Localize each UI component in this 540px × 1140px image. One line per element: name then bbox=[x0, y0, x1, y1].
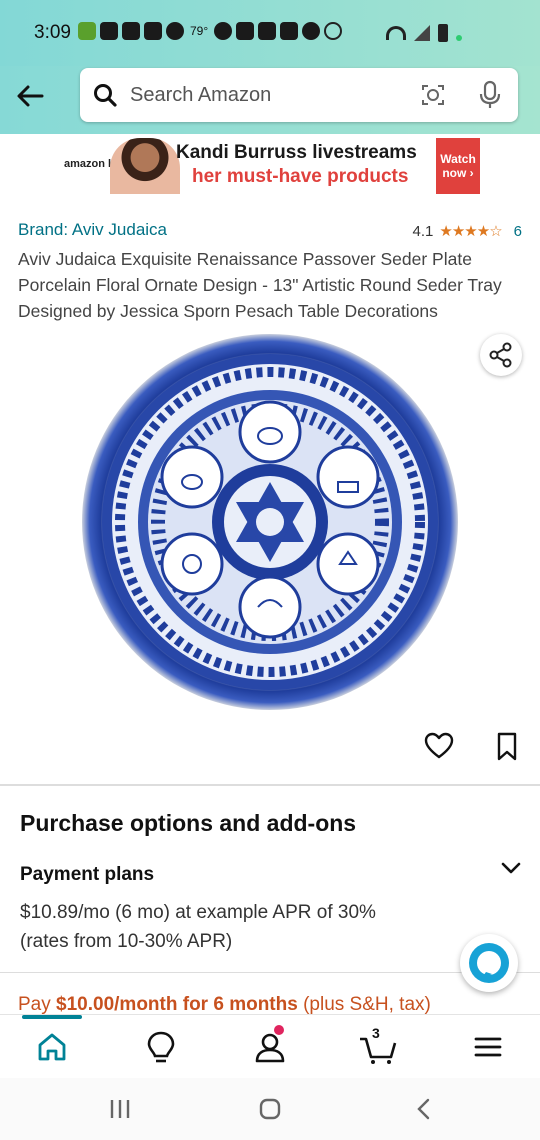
alexa-icon bbox=[469, 943, 509, 983]
search-icon bbox=[94, 84, 117, 107]
status-bar: 3:09 79° bbox=[0, 0, 540, 66]
notification-icon bbox=[214, 22, 233, 40]
star-rating-icon: ★★★★☆ bbox=[439, 223, 502, 240]
system-navigation-bar bbox=[0, 1078, 540, 1140]
offer-amount: $10.00/month for 6 months bbox=[56, 994, 298, 1015]
installment-offer[interactable]: Pay $10.00/month for 6 months (plus S&H,… bbox=[18, 994, 431, 1016]
wifi-icon bbox=[386, 26, 406, 40]
active-tab-indicator bbox=[22, 1015, 82, 1019]
notification-icon bbox=[258, 22, 277, 40]
bookmark-icon[interactable] bbox=[496, 732, 518, 762]
app-notification-icon bbox=[78, 22, 96, 40]
camera-search-icon[interactable] bbox=[420, 82, 446, 108]
watch-now-button[interactable]: Watch now › bbox=[436, 138, 480, 194]
rating-summary[interactable]: 4.1 ★★★★☆ 6 bbox=[412, 222, 522, 241]
brand-link[interactable]: Brand: Aviv Judaica bbox=[18, 220, 167, 240]
app-header: Search Amazon bbox=[0, 66, 540, 134]
menu-icon[interactable] bbox=[470, 1029, 506, 1065]
search-bar[interactable]: Search Amazon bbox=[80, 68, 518, 122]
payment-plan-detail: $10.89/mo (6 mo) at example APR of 30% (… bbox=[20, 902, 376, 952]
notification-icon bbox=[122, 22, 140, 40]
notification-dot bbox=[274, 1025, 284, 1035]
sponsored-banner[interactable]: amazon live Kandi Burruss livestreams he… bbox=[58, 136, 482, 194]
chevron-down-icon[interactable] bbox=[500, 860, 522, 876]
section-divider bbox=[0, 784, 540, 786]
weather-icon bbox=[166, 22, 184, 40]
home-icon[interactable] bbox=[34, 1029, 70, 1065]
home-button-icon[interactable] bbox=[258, 1098, 282, 1120]
section-divider bbox=[0, 972, 540, 973]
account-icon bbox=[255, 1033, 285, 1063]
banner-headline: Kandi Burruss livestreams bbox=[176, 142, 417, 163]
recent-apps-icon[interactable] bbox=[108, 1098, 132, 1120]
search-input[interactable]: Search Amazon bbox=[130, 84, 271, 107]
product-image[interactable] bbox=[80, 332, 460, 712]
battery-icon bbox=[438, 24, 448, 42]
purchase-options-heading: Purchase options and add-ons bbox=[20, 810, 357, 836]
bottom-navigation: 3 bbox=[0, 1014, 540, 1078]
microphone-icon[interactable] bbox=[478, 80, 502, 110]
heart-icon[interactable] bbox=[424, 732, 454, 760]
banner-person-image bbox=[110, 138, 180, 194]
notification-icon bbox=[100, 22, 118, 40]
notification-icon bbox=[280, 22, 299, 40]
charging-dot-icon bbox=[456, 35, 462, 41]
rating-value: 4.1 bbox=[412, 222, 434, 240]
back-arrow-icon[interactable] bbox=[14, 80, 46, 112]
lightbulb-icon[interactable] bbox=[143, 1029, 179, 1065]
status-temperature: 79° bbox=[190, 24, 209, 38]
payment-plans-label[interactable]: Payment plans bbox=[20, 864, 154, 886]
cart-count: 3 bbox=[372, 1025, 380, 1041]
alexa-button[interactable] bbox=[460, 934, 518, 992]
share-button[interactable] bbox=[480, 334, 522, 376]
status-system-icons bbox=[386, 24, 462, 42]
signal-icon bbox=[414, 25, 430, 41]
notification-icon bbox=[144, 22, 162, 40]
offer-prefix: Pay bbox=[18, 994, 57, 1015]
account-tab[interactable] bbox=[252, 1025, 288, 1065]
review-count[interactable]: 6 bbox=[514, 223, 522, 240]
circle-icon bbox=[324, 22, 343, 40]
banner-subline: her must-have products bbox=[192, 166, 409, 187]
status-notification-icons: 79° bbox=[78, 22, 343, 40]
image-icon bbox=[236, 22, 255, 40]
system-back-icon[interactable] bbox=[412, 1098, 436, 1120]
cart-tab[interactable]: 3 bbox=[358, 1025, 398, 1065]
product-title: Aviv Judaica Exquisite Renaissance Passo… bbox=[18, 249, 502, 321]
check-icon bbox=[302, 22, 321, 40]
status-time: 3:09 bbox=[34, 22, 71, 43]
share-icon bbox=[489, 342, 512, 368]
offer-suffix: (plus S&H, tax) bbox=[297, 994, 431, 1015]
